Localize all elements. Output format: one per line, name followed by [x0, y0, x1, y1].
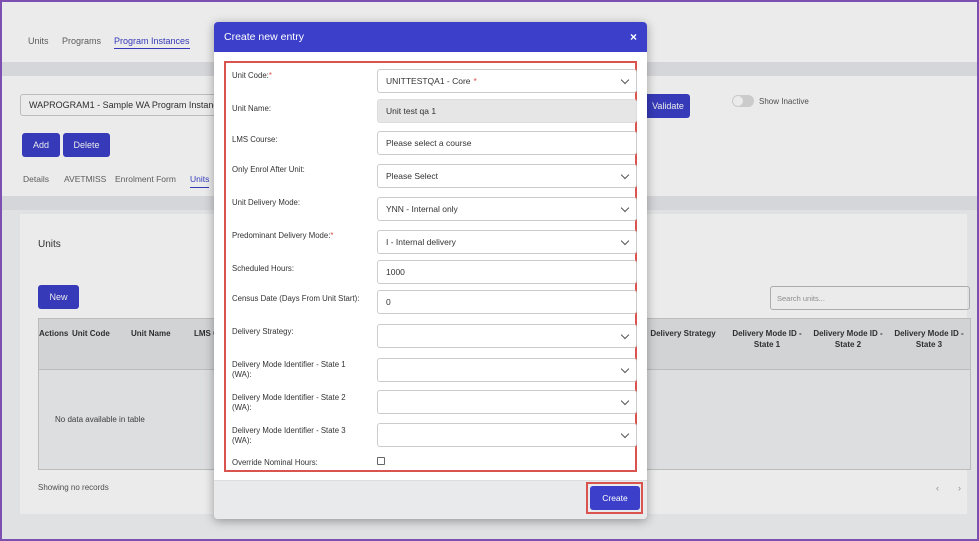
chevron-down-icon	[620, 429, 630, 439]
unit-code-select[interactable]: UNITTESTQA1 - Core *	[377, 69, 637, 93]
chevron-down-icon	[620, 396, 630, 406]
dmi-state2-label: Delivery Mode Identifier - State 2 (WA):	[232, 393, 346, 412]
modal-header: Create new entry ×	[214, 22, 647, 52]
enrol-after-select[interactable]: Please Select	[377, 164, 637, 188]
unit-name-field: Unit test qa 1	[377, 99, 637, 123]
chevron-down-icon	[620, 75, 630, 85]
create-entry-modal: Create new entry × Unit Code:* UNITTESTQ…	[214, 22, 647, 519]
predominant-mode-label: Predominant Delivery Mode:*	[232, 231, 334, 240]
chevron-down-icon	[620, 330, 630, 340]
dmi-state1-label: Delivery Mode Identifier - State 1 (WA):	[232, 360, 346, 379]
close-icon[interactable]: ×	[630, 30, 637, 44]
override-hours-label: Override Nominal Hours:	[232, 458, 318, 467]
override-hours-checkbox[interactable]	[377, 457, 385, 465]
dmi-state1-select[interactable]	[377, 358, 637, 382]
lms-course-label: LMS Course:	[232, 135, 278, 144]
delivery-strategy-select[interactable]	[377, 324, 637, 348]
unit-name-label: Unit Name:	[232, 104, 271, 113]
modal-title: Create new entry	[224, 31, 304, 43]
delivery-strategy-label: Delivery Strategy:	[232, 327, 294, 336]
delivery-mode-select[interactable]: YNN - Internal only	[377, 197, 637, 221]
census-date-input[interactable]: 0	[377, 290, 637, 314]
modal-footer	[214, 480, 647, 519]
scheduled-hours-input[interactable]: 1000	[377, 260, 637, 284]
dmi-state3-label: Delivery Mode Identifier - State 3 (WA):	[232, 426, 346, 445]
dmi-state2-select[interactable]	[377, 390, 637, 414]
scheduled-hours-label: Scheduled Hours:	[232, 264, 294, 273]
chevron-down-icon	[620, 170, 630, 180]
chevron-down-icon	[620, 236, 630, 246]
delivery-mode-label: Unit Delivery Mode:	[232, 198, 301, 207]
enrol-after-label: Only Enrol After Unit:	[232, 165, 305, 174]
dmi-state3-select[interactable]	[377, 423, 637, 447]
chevron-down-icon	[620, 364, 630, 374]
unit-code-label: Unit Code:*	[232, 71, 272, 80]
form-highlight-box: Unit Code:* UNITTESTQA1 - Core * Unit Nam…	[224, 61, 637, 472]
app-frame: Units Programs Program Instances WAPROGR…	[0, 0, 979, 541]
create-button[interactable]: Create	[590, 486, 640, 510]
chevron-down-icon	[620, 203, 630, 213]
census-date-label: Census Date (Days From Unit Start):	[232, 294, 360, 303]
predominant-mode-select[interactable]: I - Internal delivery	[377, 230, 637, 254]
lms-course-input[interactable]: Please select a course	[377, 131, 637, 155]
